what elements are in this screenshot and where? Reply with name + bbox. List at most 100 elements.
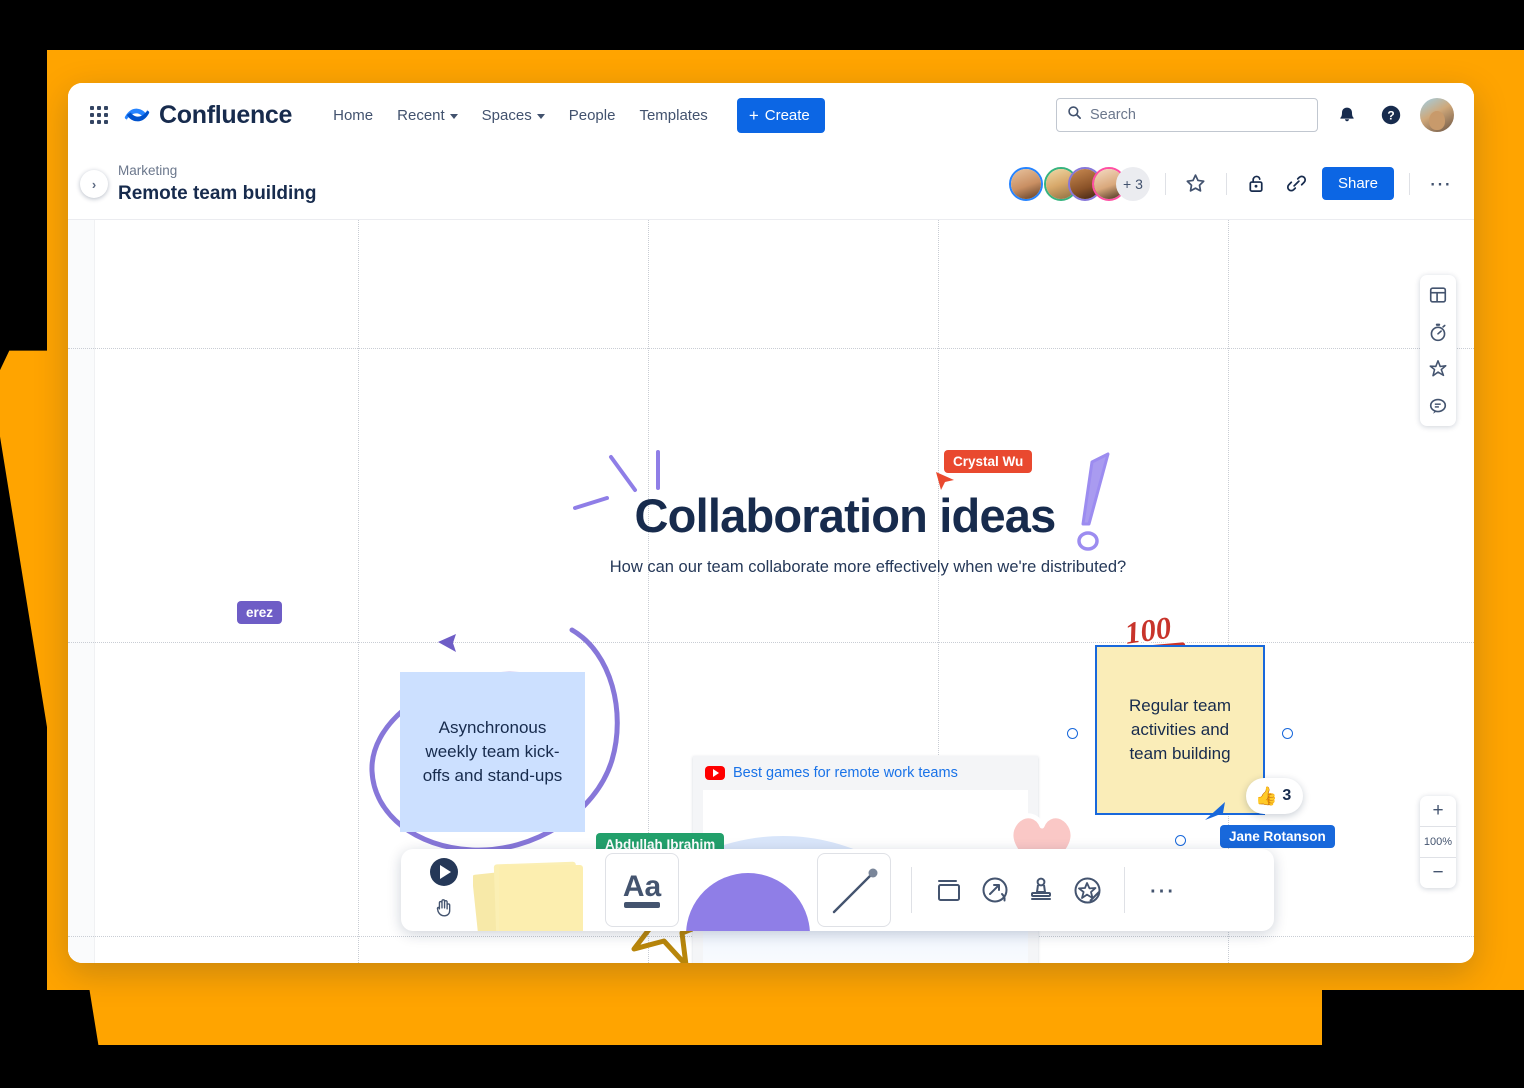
whiteboard-subtitle[interactable]: How can our team collaborate more effect…: [508, 558, 1228, 577]
expand-sidebar-button[interactable]: ›: [80, 170, 108, 198]
more-collaborators-badge[interactable]: + 3: [1115, 166, 1150, 201]
sticky-note-yellow-text: Regular team activities and team buildin…: [1128, 696, 1232, 763]
nav-item-people[interactable]: People: [558, 99, 627, 132]
brand-name: Confluence: [159, 100, 293, 129]
nav-item-spaces-label: Spaces: [481, 106, 532, 124]
sticky-notes-tool[interactable]: [473, 849, 599, 931]
frame-tool[interactable]: [926, 867, 972, 913]
cursor-select-icon[interactable]: [429, 857, 459, 892]
whiteboard-canvas[interactable]: Collaboration ideas How can our team col…: [68, 220, 1474, 963]
nav-item-spaces[interactable]: Spaces: [471, 99, 556, 132]
resize-handle-right[interactable]: [1282, 728, 1293, 739]
sticky-note-yellow[interactable]: Regular team activities and team buildin…: [1095, 645, 1265, 815]
cursor-label-erez: erez: [237, 601, 283, 624]
nav-item-recent-label: Recent: [397, 106, 445, 124]
breadcrumb-space[interactable]: Marketing: [118, 161, 316, 181]
whiteboard-title[interactable]: Collaboration ideas: [595, 488, 1095, 543]
nav-item-home-label: Home: [333, 106, 374, 124]
profile-avatar[interactable]: [1420, 98, 1454, 132]
confluence-mark-icon: [124, 102, 150, 128]
magic-wand-icon[interactable]: [1425, 356, 1451, 382]
link-icon[interactable]: [1282, 169, 1312, 199]
nav-item-templates[interactable]: Templates: [628, 99, 718, 132]
help-icon[interactable]: ?: [1376, 100, 1406, 130]
text-tool-box[interactable]: Aa: [605, 853, 679, 927]
nav-links: Home Recent Spaces People Templates: [322, 99, 719, 132]
sticker-icon: [1074, 877, 1100, 903]
zoom-level-label[interactable]: 100%: [1420, 827, 1456, 857]
whiteboard-toolbar: Aa ⋯: [401, 849, 1274, 931]
create-button-label: Create: [764, 106, 810, 124]
video-embed-header: Best games for remote work teams: [693, 756, 1038, 790]
avatar[interactable]: [1008, 166, 1043, 201]
line-icon: [832, 868, 878, 914]
canvas-left-rail: [68, 220, 95, 963]
search-input[interactable]: Search: [1056, 98, 1318, 132]
sticky-note-blue-text: Asynchronous weekly team kick-offs and s…: [422, 718, 563, 785]
zoom-control: + 100% −: [1420, 796, 1456, 888]
notifications-bell-icon[interactable]: [1332, 100, 1362, 130]
create-button[interactable]: + Create: [736, 97, 825, 133]
collaborator-avatars: + 3: [1008, 166, 1150, 201]
chevron-down-icon: [449, 113, 458, 119]
top-navigation: Confluence Home Recent Spaces People Tem…: [68, 83, 1474, 148]
line-tool[interactable]: [811, 849, 897, 931]
nav-item-recent[interactable]: Recent: [386, 99, 469, 132]
stamp-icon: [1031, 877, 1051, 900]
plus-icon: +: [748, 105, 759, 125]
search-placeholder: Search: [1090, 107, 1136, 123]
nav-right-cluster: Search ?: [1056, 98, 1454, 132]
confluence-logo[interactable]: Confluence: [124, 101, 292, 130]
canvas-tool-rail: [1420, 275, 1456, 426]
resize-handle-bottom[interactable]: [1175, 835, 1186, 846]
zoom-out-button[interactable]: −: [1420, 858, 1456, 888]
flow-icon: [982, 877, 1007, 902]
unlock-icon[interactable]: [1242, 169, 1272, 199]
sticky-notes-icon: [473, 861, 583, 931]
cursor-label-jane-rotanson: Jane Rotanson: [1220, 825, 1335, 848]
text-tool[interactable]: Aa: [599, 849, 685, 931]
thumbs-up-icon: 👍: [1255, 785, 1278, 806]
stamp-tool[interactable]: [1018, 867, 1064, 913]
search-icon: [1067, 105, 1082, 125]
frame-icon: [938, 880, 960, 901]
reaction-badge[interactable]: 👍 3: [1246, 778, 1304, 814]
app-switcher-icon[interactable]: [90, 106, 108, 124]
sticky-note-blue[interactable]: Asynchronous weekly team kick-offs and s…: [400, 672, 585, 832]
video-title[interactable]: Best games for remote work teams: [733, 765, 958, 781]
resize-handle-left[interactable]: [1067, 728, 1078, 739]
page-header-bar: › Marketing Remote team building + 3 Sha…: [68, 148, 1474, 220]
line-tool-box[interactable]: [817, 853, 891, 927]
nav-item-home[interactable]: Home: [322, 99, 384, 132]
shape-icon: [686, 873, 810, 931]
star-icon[interactable]: [1181, 169, 1211, 199]
reaction-count: 3: [1282, 787, 1292, 804]
youtube-icon: [705, 766, 725, 780]
text-icon: Aa: [623, 870, 661, 908]
divider: [1124, 867, 1125, 913]
comment-icon[interactable]: [1425, 393, 1451, 419]
zoom-in-button[interactable]: +: [1420, 796, 1456, 826]
template-icon[interactable]: [1425, 282, 1451, 308]
nav-item-people-label: People: [568, 106, 616, 124]
breadcrumb: Marketing Remote team building: [118, 161, 316, 207]
svg-text:?: ?: [1387, 109, 1394, 123]
select-pan-tool-group: [415, 849, 473, 931]
cursor-label-crystal-wu: Crystal Wu: [944, 450, 1033, 473]
divider: [911, 867, 912, 913]
screenshot-root: Confluence Home Recent Spaces People Tem…: [0, 0, 1524, 1088]
more-horizontal-icon[interactable]: ⋯: [1425, 172, 1456, 194]
more-tools-icon[interactable]: ⋯: [1139, 867, 1185, 913]
shape-tool[interactable]: [685, 849, 811, 931]
page-header-actions: + 3 Share ⋯: [1008, 166, 1474, 201]
flow-tool[interactable]: [972, 867, 1018, 913]
sticker-tool[interactable]: [1064, 867, 1110, 913]
timer-icon[interactable]: [1425, 319, 1451, 345]
divider: [1164, 172, 1166, 195]
confluence-window: Confluence Home Recent Spaces People Tem…: [68, 83, 1474, 963]
divider: [1225, 172, 1227, 195]
cursor-arrow-icon: [936, 472, 954, 490]
page-title: Remote team building: [118, 182, 317, 204]
share-button[interactable]: Share: [1321, 167, 1394, 200]
hand-pan-icon[interactable]: [433, 896, 455, 923]
